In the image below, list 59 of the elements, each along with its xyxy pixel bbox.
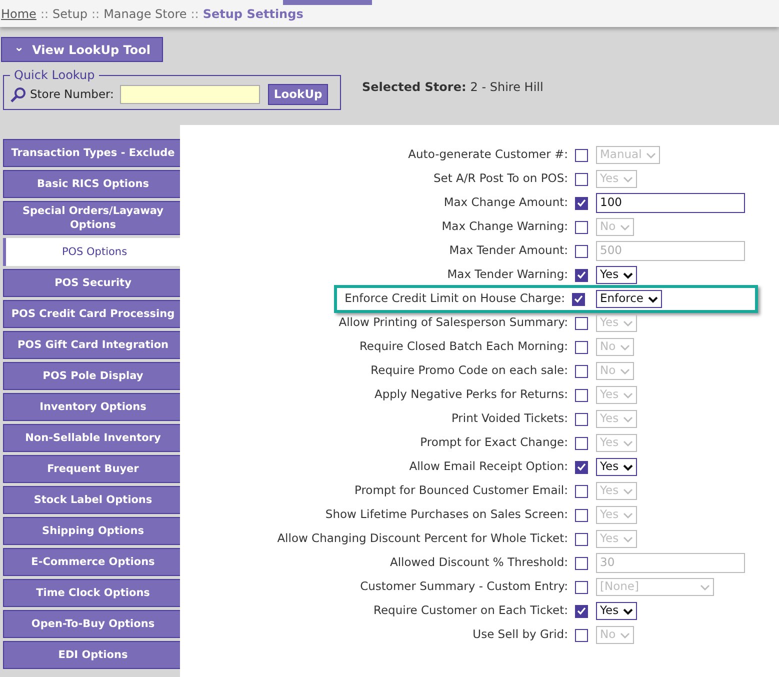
setting-label: Max Tender Warning:	[447, 266, 568, 284]
chevron-icon: ⌄	[14, 40, 24, 52]
sidebar-tab[interactable]: E-Commerce Options	[3, 548, 183, 576]
sidebar-tab[interactable]: Frequent Buyer	[3, 455, 183, 483]
sidebar-tab[interactable]: POS Credit Card Processing	[3, 300, 183, 328]
sidebar-tab[interactable]: Transaction Types - Exclude	[3, 139, 183, 167]
setting-label: Enforce Credit Limit on House Charge:	[344, 290, 565, 308]
breadcrumb-current: Setup Settings	[202, 6, 304, 22]
sidebar-tab[interactable]: Non-Sellable Inventory	[3, 424, 183, 452]
selected-store-label: Selected Store:	[362, 79, 466, 96]
sidebar-tab[interactable]: POS Gift Card Integration	[3, 331, 183, 359]
dropdown[interactable]: Yes	[596, 458, 637, 476]
setting-label: Customer Summary - Custom Entry:	[360, 578, 568, 596]
setting-label: Auto-generate Customer #:	[408, 146, 568, 164]
setting-label: Max Change Warning:	[442, 218, 568, 236]
setting-label: Set A/R Post To on POS:	[433, 170, 568, 188]
view-lookup-button[interactable]: ⌄ View LookUp Tool	[1, 37, 164, 62]
breadcrumb-item: Manage Store	[104, 6, 187, 22]
setting-label: Require Promo Code on each sale:	[370, 362, 568, 380]
sidebar-tab[interactable]: POS Pole Display	[3, 362, 183, 390]
dropdown[interactable]: Yes	[596, 602, 637, 620]
input-field[interactable]: 30	[596, 553, 745, 573]
breadcrumb-link[interactable]: Home	[1, 4, 36, 22]
panel-legend: Quick Lookup	[10, 66, 99, 84]
setting-label: Apply Negative Perks for Returns:	[374, 386, 568, 404]
setting-label: Max Change Amount:	[444, 194, 568, 212]
dropdown[interactable]: Enforce	[596, 290, 662, 308]
selected-store-value: 2 - Shire Hill	[470, 79, 544, 96]
setting-label: Prompt for Bounced Customer Email:	[354, 482, 568, 500]
setting-label: Require Closed Batch Each Morning:	[359, 338, 568, 356]
breadcrumb-separator: ::	[190, 6, 199, 22]
sidebar-tab[interactable]: Time Clock Options	[3, 579, 183, 607]
sidebar-tab[interactable]: Inventory Options	[3, 393, 183, 421]
sidebar-tab[interactable]: Basic RICS Options	[3, 170, 183, 198]
dropdown[interactable]: Yes	[596, 266, 637, 284]
field-label: Store Number:	[30, 86, 114, 103]
setting-label: Use Sell by Grid:	[472, 626, 568, 644]
setting-label: Allow Printing of Salesperson Summary:	[338, 314, 568, 332]
input-field[interactable]: 100	[596, 193, 745, 213]
sidebar-tab[interactable]: Stock Label Options	[3, 486, 183, 514]
setting-label: Print Voided Tickets:	[451, 410, 568, 428]
setting-label: Max Tender Amount:	[449, 242, 568, 260]
setting-label: Require Customer on Each Ticket:	[373, 602, 568, 620]
breadcrumb-separator: ::	[91, 6, 100, 22]
setting-label: Allow Email Receipt Option:	[409, 458, 568, 476]
breadcrumb-separator: ::	[40, 6, 49, 22]
setting-label: Show Lifetime Purchases on Sales Screen:	[325, 506, 568, 524]
setting-label: Allowed Discount % Threshold:	[390, 554, 568, 572]
sidebar-tab[interactable]: EDI Options	[3, 641, 183, 669]
lookup-button[interactable]: LookUp	[268, 84, 328, 105]
sidebar-tab[interactable]: POS Security	[3, 269, 183, 297]
breadcrumb-item: Setup	[52, 6, 88, 22]
sidebar-tab[interactable]: Special Orders/Layaway Options	[3, 201, 183, 235]
setting-label: Allow Changing Discount Percent for Whole Ticket:	[277, 530, 568, 548]
sidebar-tab[interactable]: Open-To-Buy Options	[3, 610, 183, 638]
sidebar-tab[interactable]: POS Options	[3, 238, 183, 266]
sidebar-tab[interactable]: Shipping Options	[3, 517, 183, 545]
setting-label: Prompt for Exact Change:	[420, 434, 568, 452]
input-field[interactable]: 500	[596, 241, 745, 261]
